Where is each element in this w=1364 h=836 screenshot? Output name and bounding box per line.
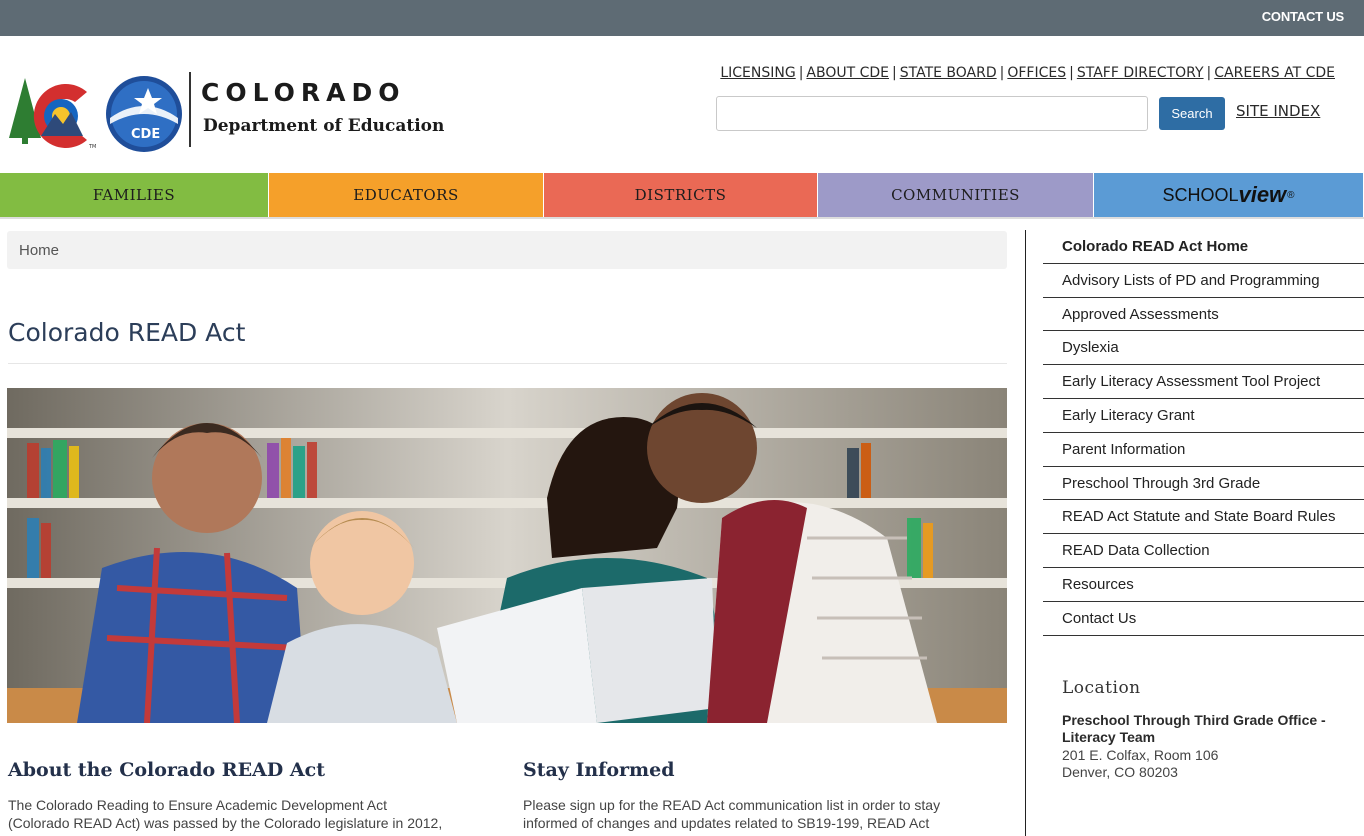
sidebar-item-read-act-home[interactable]: Colorado READ Act Home [1043, 230, 1364, 264]
cde-logo[interactable]: TM CDE COLORADO Department of Education [0, 0, 470, 172]
sidebar-item-statute-rules[interactable]: READ Act Statute and State Board Rules [1043, 500, 1364, 535]
site-index-link[interactable]: SITE INDEX [1236, 102, 1320, 120]
sidebar-item-early-literacy-grant[interactable]: Early Literacy Grant [1043, 399, 1364, 433]
state-board-link[interactable]: STATE BOARD [900, 65, 997, 81]
sidebar-item-contact-us[interactable]: Contact Us [1043, 602, 1364, 636]
logo-divider [189, 72, 191, 147]
brand-subtitle: Department of Education [203, 116, 445, 136]
stay-text-line-1: Please sign up for the READ Act communic… [523, 797, 941, 813]
careers-link[interactable]: CAREERS AT CDE [1214, 65, 1335, 81]
nav-districts[interactable]: DISTRICTS [544, 173, 818, 217]
sidebar-item-approved-assessments[interactable]: Approved Assessments [1043, 298, 1364, 332]
library-reading-photo [7, 388, 1007, 723]
schoolview-logo-b: view [1238, 182, 1287, 207]
breadcrumb: Home [7, 231, 1007, 269]
title-divider [8, 363, 1007, 364]
stay-text-line-2: informed of changes and updates related … [523, 815, 930, 831]
location-address-1: 201 E. Colfax, Room 106 [1062, 747, 1219, 763]
audience-nav: FAMILIES EDUCATORS DISTRICTS COMMUNITIES… [0, 173, 1364, 219]
utility-links: LICENSING | ABOUT CDE | STATE BOARD | OFFICES |… [720, 65, 1335, 81]
staff-directory-link[interactable]: STAFF DIRECTORY [1077, 65, 1204, 81]
contact-us-link[interactable]: CONTACT US [1262, 9, 1344, 24]
location-address-2: Denver, CO 80203 [1062, 764, 1178, 780]
location-office-name: Preschool Through Third Grade Office - L… [1062, 712, 1326, 745]
brand-wordmark: COLORADO [201, 78, 406, 107]
nav-communities[interactable]: COMMUNITIES [818, 173, 1094, 217]
stay-informed-heading: Stay Informed [523, 759, 675, 781]
svg-text:TM: TM [88, 144, 96, 150]
sidebar-item-dyslexia[interactable]: Dyslexia [1043, 331, 1364, 366]
about-text-line-1: The Colorado Reading to Ensure Academic … [8, 797, 387, 813]
nav-schoolview[interactable]: SCHOOL view ® [1094, 173, 1364, 217]
search-button[interactable]: Search [1159, 97, 1225, 130]
breadcrumb-home[interactable]: Home [19, 242, 59, 259]
site-search-input[interactable] [716, 96, 1148, 131]
nav-families[interactable]: FAMILIES [0, 173, 269, 217]
cde-badge-icon: CDE [106, 76, 182, 152]
sidebar-item-preschool-3rd-grade[interactable]: Preschool Through 3rd Grade [1043, 467, 1364, 501]
sidebar-item-early-literacy-tool[interactable]: Early Literacy Assessment Tool Project [1043, 365, 1364, 399]
sidebar-item-data-collection[interactable]: READ Data Collection [1043, 534, 1364, 568]
licensing-link[interactable]: LICENSING [720, 65, 795, 81]
cde-badge-text: CDE [131, 127, 160, 142]
sidebar-item-resources[interactable]: Resources [1043, 568, 1364, 602]
about-heading: About the Colorado READ Act [8, 759, 325, 781]
sidebar-item-advisory-lists[interactable]: Advisory Lists of PD and Programming [1043, 264, 1364, 298]
about-cde-link[interactable]: ABOUT CDE [806, 65, 889, 81]
location-heading: Location [1062, 678, 1141, 698]
sidebar-divider [1025, 230, 1026, 836]
sidebar-nav: Colorado READ Act Home Advisory Lists of… [1043, 230, 1364, 636]
sidebar-item-parent-information[interactable]: Parent Information [1043, 433, 1364, 467]
nav-educators[interactable]: EDUCATORS [269, 173, 544, 217]
hero-image [7, 388, 1007, 723]
about-text-line-2: (Colorado READ Act) was passed by the Co… [8, 815, 443, 831]
offices-link[interactable]: OFFICES [1007, 65, 1066, 81]
page-title: Colorado READ Act [8, 318, 246, 347]
schoolview-logo-a: SCHOOL [1162, 184, 1239, 205]
